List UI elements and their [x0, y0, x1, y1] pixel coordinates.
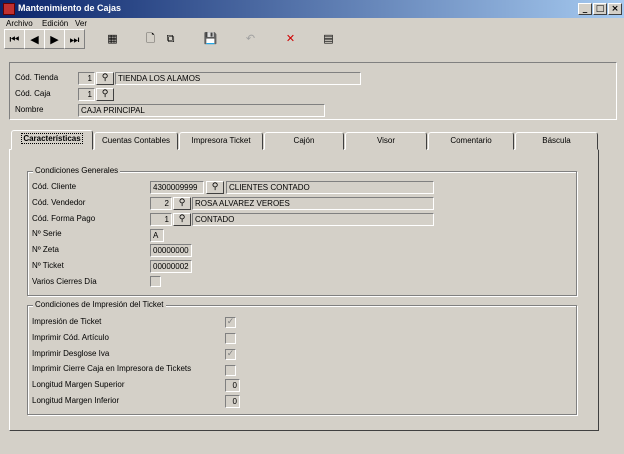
nombre-label: Nombre [15, 105, 44, 114]
search-icon[interactable]: ⚲ [173, 197, 191, 210]
search-icon[interactable]: ⚲ [96, 88, 114, 101]
search-icon[interactable]: ⚲ [206, 181, 224, 194]
nombre-field[interactable]: CAJA PRINCIPAL [78, 104, 325, 117]
cod-articulo-label: Imprimir Cód. Artículo [32, 333, 109, 342]
margen-inferior-field[interactable]: 0 [225, 395, 240, 408]
tab-visor[interactable]: Visor [345, 132, 427, 150]
margen-superior-label: Longitud Margen Superior [32, 380, 125, 389]
serie-label: Nº Serie [32, 229, 62, 238]
tab-cuentas-contables[interactable]: Cuentas Contables [94, 132, 178, 150]
impresion-ticket-checkbox[interactable]: ✓ [225, 317, 236, 328]
title-bar: Mantenimiento de Cajas _ □ × [0, 0, 624, 18]
tienda-name-field: TIENDA LOS ALAMOS [115, 72, 361, 85]
cierre-caja-label: Imprimir Cierre Caja en Impresora de Tic… [32, 364, 192, 373]
vendedor-name-field: ROSA ALVAREZ VEROES [192, 197, 434, 210]
caja-label: Cód. Caja [15, 89, 51, 98]
tab-cajon[interactable]: Cajón [264, 132, 344, 150]
menu-archivo[interactable]: Archivo [6, 19, 33, 28]
forma-pago-name-field: CONTADO [192, 213, 434, 226]
menu-edicion[interactable]: Edición [42, 19, 68, 28]
tienda-label: Cód. Tienda [15, 73, 59, 82]
toolbar: ⏮ ◀ ▶ ⏭ ▦ 🗋 ⧉ 💾 ↶ ✕ ▤ [0, 29, 624, 51]
ticket-label: Nº Ticket [32, 261, 64, 270]
zeta-label: Nº Zeta [32, 245, 59, 254]
serie-field[interactable]: A [150, 229, 164, 242]
cod-articulo-checkbox[interactable] [225, 333, 236, 344]
tienda-code-field[interactable]: 1 [78, 72, 95, 85]
cliente-name-field: CLIENTES CONTADO [226, 181, 434, 194]
maximize-button[interactable]: □ [593, 3, 607, 15]
general-group-title: Condiciones Generales [33, 166, 121, 175]
tab-comentario[interactable]: Comentario [428, 132, 514, 150]
close-button[interactable]: × [608, 3, 622, 15]
print-icon[interactable]: ▤ [318, 29, 339, 49]
tab-caracteristicas[interactable]: Características [11, 130, 93, 150]
desglose-iva-label: Imprimir Desglose Iva [32, 349, 110, 358]
tab-bascula[interactable]: Báscula [515, 132, 598, 150]
app-icon [3, 3, 15, 15]
margen-inferior-label: Longitud Margen Inferior [32, 396, 120, 405]
vendedor-code-field[interactable]: 2 [150, 197, 172, 210]
forma-pago-code-field[interactable]: 1 [150, 213, 172, 226]
tab-label: Características [21, 133, 83, 144]
vendedor-label: Cód. Vendedor [32, 198, 86, 207]
delete-icon[interactable]: ✕ [280, 29, 301, 49]
first-record-icon[interactable]: ⏮ [4, 29, 25, 49]
save-icon[interactable]: 💾 [200, 29, 221, 49]
search-icon[interactable]: ⚲ [96, 72, 114, 85]
cliente-label: Cód. Cliente [32, 182, 77, 191]
ticket-field[interactable]: 00000002 [150, 260, 192, 273]
copy-record-icon[interactable]: ⧉ [160, 29, 181, 49]
cierres-checkbox[interactable] [150, 276, 161, 287]
minimize-button[interactable]: _ [578, 3, 592, 15]
search-icon[interactable]: ⚲ [173, 213, 191, 226]
tab-impresora-ticket[interactable]: Impresora Ticket [179, 132, 263, 150]
last-record-icon[interactable]: ⏭ [64, 29, 85, 49]
next-record-icon[interactable]: ▶ [44, 29, 65, 49]
window-title: Mantenimiento de Cajas [18, 3, 122, 13]
margen-superior-field[interactable]: 0 [225, 379, 240, 392]
forma-pago-label: Cód. Forma Pago [32, 214, 96, 223]
new-record-icon[interactable]: 🗋 [140, 29, 161, 49]
print-group-title: Condiciones de Impresión del Ticket [33, 300, 166, 309]
zeta-field[interactable]: 00000000 [150, 244, 192, 257]
cierre-caja-checkbox[interactable] [225, 365, 236, 376]
grid-view-icon[interactable]: ▦ [102, 29, 123, 49]
cliente-code-field[interactable]: 4300009999 [150, 181, 204, 194]
desglose-iva-checkbox[interactable]: ✓ [225, 349, 236, 360]
cierres-label: Varios Cierres Día [32, 277, 97, 286]
previous-record-icon[interactable]: ◀ [24, 29, 45, 49]
caja-code-field[interactable]: 1 [78, 88, 95, 101]
undo-icon[interactable]: ↶ [240, 29, 261, 49]
impresion-ticket-label: Impresión de Ticket [32, 317, 102, 326]
menu-ver[interactable]: Ver [75, 19, 87, 28]
